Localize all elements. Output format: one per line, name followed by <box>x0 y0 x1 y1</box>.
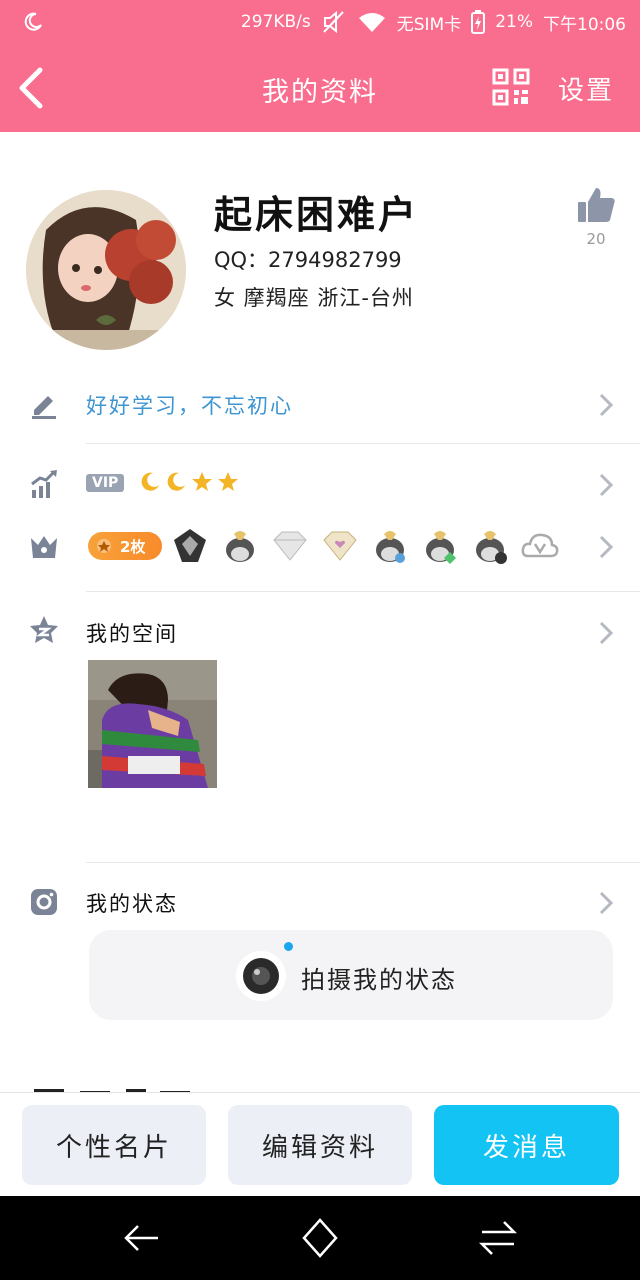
space-label: 我的空间 <box>86 622 178 646</box>
qr-code-button[interactable] <box>492 68 530 106</box>
avatar[interactable] <box>26 190 186 350</box>
edit-profile-button[interactable]: 编辑资料 <box>228 1105 412 1185</box>
star-level-icon <box>218 472 238 491</box>
moon-level-icon <box>167 472 185 491</box>
status-row[interactable]: 我的状态 <box>0 880 640 924</box>
thumbs-up-icon <box>578 188 615 222</box>
medals-row[interactable]: 2枚 <box>0 522 640 570</box>
level-up-icon <box>31 470 57 498</box>
moon-icon <box>22 11 44 33</box>
divider <box>86 591 640 592</box>
moon-level-icon <box>141 472 159 491</box>
qzone-star-icon <box>30 616 58 643</box>
chevron-right-icon <box>599 473 614 497</box>
medal-count: 2枚 <box>120 537 146 556</box>
penguin-icon <box>226 531 254 562</box>
mute-icon <box>321 10 347 34</box>
heart-diamond-icon <box>323 531 357 561</box>
dark-emblem-icon <box>174 529 206 562</box>
qq-level-icons <box>138 470 240 494</box>
status-label: 我的状态 <box>86 892 178 916</box>
network-speed: 297KB/s <box>240 12 311 32</box>
wifi-icon <box>357 11 387 33</box>
divider <box>86 862 640 863</box>
battery-level: 21% <box>495 12 533 32</box>
penguin-icon <box>426 531 456 564</box>
like-count: 20 <box>586 230 606 248</box>
chevron-right-icon <box>599 891 614 915</box>
space-photo[interactable] <box>88 660 217 788</box>
chevron-right-icon <box>599 535 614 559</box>
profile-meta: 女 摩羯座 浙江-台州 <box>214 286 414 310</box>
medal-icon <box>97 539 111 553</box>
penguin-icon <box>376 531 405 563</box>
crown-icon <box>31 536 57 558</box>
penguin-icon <box>476 531 507 564</box>
medal-list <box>170 526 560 566</box>
divider <box>86 443 640 444</box>
instagram-camera-icon <box>31 889 57 915</box>
nickname: 起床困难户 <box>214 192 420 237</box>
settings-button[interactable]: 设置 <box>558 70 614 107</box>
new-dot <box>284 942 293 951</box>
qq-number: QQ：2794982799 <box>214 248 402 272</box>
like-button[interactable]: 20 <box>574 186 618 248</box>
send-message-button[interactable]: 发消息 <box>434 1105 619 1185</box>
vip-row[interactable]: VIP <box>0 462 640 506</box>
pencil-icon <box>32 396 56 419</box>
star-level-icon <box>192 472 212 491</box>
avatar-illustration <box>26 190 186 350</box>
qr-code-icon <box>492 68 530 106</box>
vip-badge: VIP <box>86 474 125 492</box>
capture-status-label: 拍摄我的状态 <box>301 966 457 994</box>
signature-text: 好好学习，不忘初心 <box>86 394 293 418</box>
battery-icon <box>471 10 486 34</box>
title-bar: 我的资料 设置 <box>0 44 640 132</box>
capture-status-button[interactable]: 拍摄我的状态 <box>89 930 613 1020</box>
chevron-right-icon <box>599 393 614 417</box>
bottom-action-bar: 个性名片 编辑资料 发消息 <box>0 1092 640 1196</box>
status-bar: 297KB/s 无SIM卡 21% 下午10:06 <box>0 0 640 44</box>
diamond-icon <box>273 531 307 561</box>
space-photo-image <box>88 660 217 788</box>
nav-switch-icon[interactable] <box>478 1216 518 1260</box>
page-title: 我的资料 <box>262 77 378 108</box>
camera-lens-icon <box>236 951 286 1001</box>
system-nav-bar <box>0 1196 640 1280</box>
nav-back-icon[interactable] <box>122 1216 162 1260</box>
medal-count-badge: 2枚 <box>88 532 162 560</box>
sim-status: 无SIM卡 <box>396 14 462 35</box>
nav-home-icon[interactable] <box>300 1216 340 1260</box>
profile-header: 起床困难户 QQ：2794982799 女 摩羯座 浙江-台州 20 <box>0 132 640 368</box>
chevron-right-icon <box>599 621 614 645</box>
space-row[interactable]: 我的空间 <box>0 608 640 656</box>
cloud-v-icon <box>521 533 559 558</box>
profile-card-button[interactable]: 个性名片 <box>22 1105 206 1185</box>
clock: 下午10:06 <box>543 14 626 35</box>
signature-row[interactable]: 好好学习，不忘初心 <box>0 380 640 428</box>
